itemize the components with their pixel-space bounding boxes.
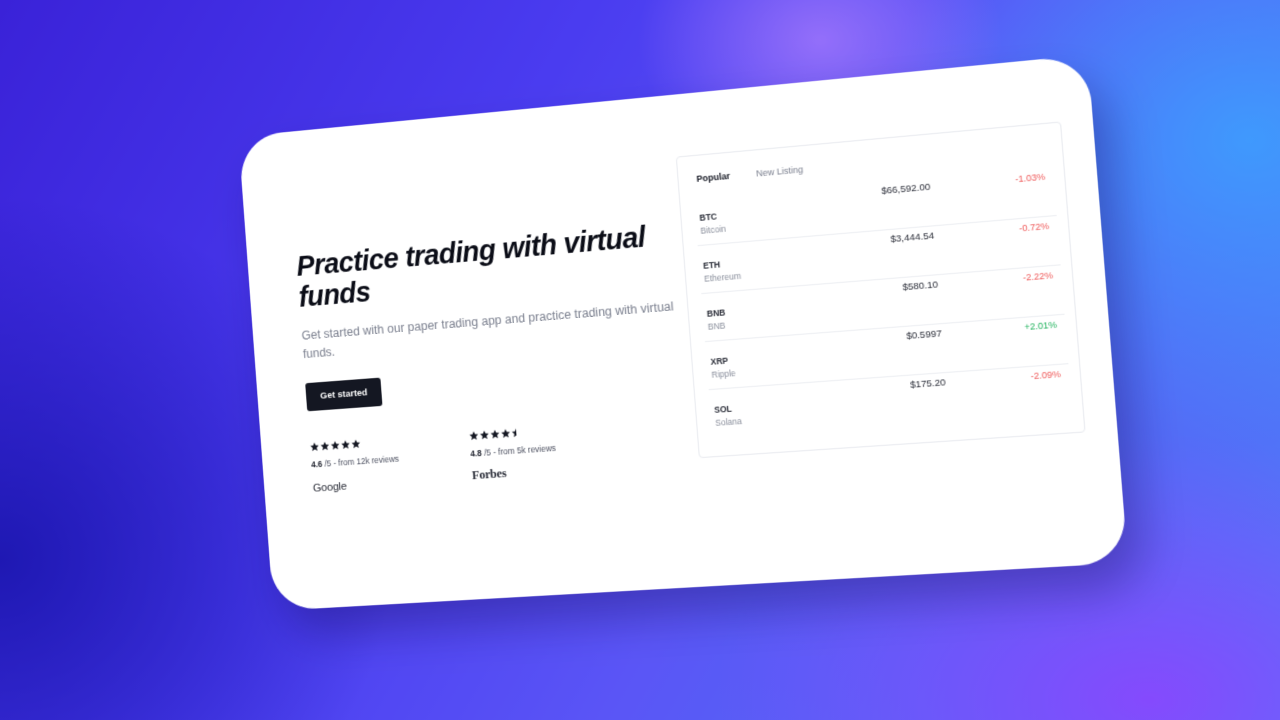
ratings-section: 4.6 /5 - from 12k reviews Google 4.8 /5 … [310,416,691,501]
coin-name: Ethereum [703,270,742,284]
coin-price: $66,592.00 [880,181,931,198]
star-icon [320,441,330,451]
coin-name: Ripple [711,368,737,380]
google-logo: Google [312,480,348,495]
star-icon [330,440,340,450]
coin-price: $3,444.54 [890,230,935,246]
get-started-button[interactable]: Get started [305,377,383,412]
star-icon [340,439,350,449]
landing-card: Practice trading with virtual funds Get … [238,54,1128,611]
hero-section: Practice trading with virtual funds Get … [295,219,690,500]
coin-name: BNB [707,320,726,332]
rating-suffix: /5 - from 5k reviews [483,442,557,458]
forbes-logo: Forbes [471,466,507,483]
star-icon [479,430,490,441]
coin-change: -2.09% [1030,368,1062,382]
rating-text: 4.8 /5 - from 5k reviews [470,443,556,459]
tab-popular[interactable]: Popular [696,171,731,198]
rating-score: 4.8 [470,448,483,459]
star-icon [511,427,521,438]
coin-name: Bitcoin [700,223,727,236]
coin-symbol: XRP [710,355,729,367]
rating-google: 4.6 /5 - from 12k reviews Google [310,436,402,495]
market-rows: BTC Bitcoin $66,592.00 -1.03% ETH Ethere… [680,166,1083,438]
market-table: Popular New Listing BTC Bitcoin $66,592.… [675,121,1086,459]
coin-price: $175.20 [909,377,947,391]
coin-change: +2.01% [1024,319,1058,333]
rating-text: 4.6 /5 - from 12k reviews [311,454,399,470]
star-icon [469,430,479,441]
coin-symbol: BTC [699,211,718,223]
coin-change: -1.03% [1014,171,1046,185]
coin-name: Solana [714,416,743,428]
star-rating [469,425,555,443]
coin-symbol: ETH [702,259,721,271]
background-stage: Practice trading with virtual funds Get … [0,0,1280,720]
coin-price: $580.10 [902,279,939,294]
star-icon [310,442,320,452]
coin-price: $0.5997 [905,328,943,343]
star-rating [310,436,399,454]
rating-forbes: 4.8 /5 - from 5k reviews Forbes [469,425,558,483]
rating-score: 4.6 [310,459,323,470]
rating-suffix: /5 - from 12k reviews [324,453,400,469]
coin-symbol: SOL [713,403,733,415]
page-title: Practice trading with virtual funds [295,221,647,314]
star-icon [490,429,500,440]
coin-symbol: BNB [706,307,726,319]
coin-change: -2.22% [1022,270,1054,283]
star-icon [500,428,511,439]
star-icon [351,439,361,449]
coin-change: -0.72% [1018,220,1050,234]
